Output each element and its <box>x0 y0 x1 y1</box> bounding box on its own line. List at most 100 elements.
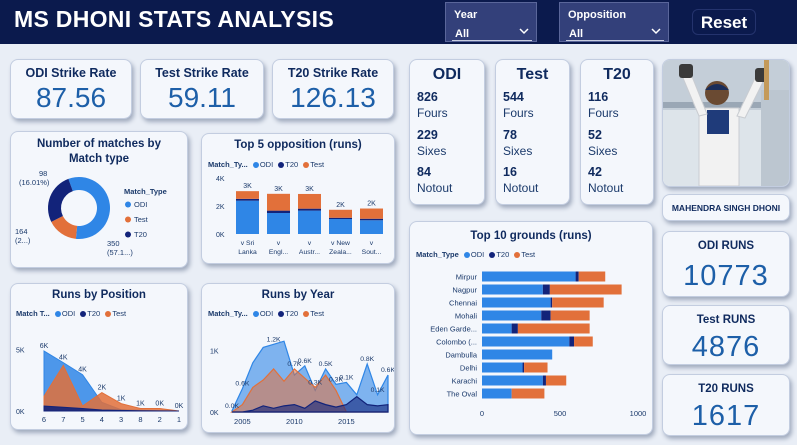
year-slicer[interactable]: Year All <box>445 2 537 42</box>
test-stats-card: Test 544 Fours 78 Sixes 16 Notout <box>495 59 570 205</box>
year-slicer-label: Year <box>454 9 478 21</box>
runs-by-position-title: Runs by Position <box>52 289 146 301</box>
bar-test <box>578 271 606 282</box>
x-tick-label: 6 <box>42 415 46 424</box>
legend-odi-swatch <box>252 310 259 317</box>
legend-odi: ODI <box>470 250 485 259</box>
odi-runs-value: 10773 <box>683 260 769 292</box>
x-tick-label: 1 <box>177 415 181 424</box>
opposition-slicer[interactable]: Opposition All <box>559 2 669 42</box>
test-sixes-stat: 78 Sixes <box>503 128 532 158</box>
bar-test <box>550 310 590 321</box>
year-dropdown[interactable]: All <box>452 25 532 41</box>
odi-stats-card: ODI 826 Fours 229 Sixes 84 Notout <box>409 59 485 205</box>
t20-sixes-value: 52 <box>588 128 602 142</box>
legend-test: Test <box>310 160 325 169</box>
odi-runs-label: ODI RUNS <box>697 240 755 252</box>
odi-fours-value: 826 <box>417 90 438 104</box>
area-data-label: 0.0K <box>225 403 239 410</box>
bar-odi <box>329 219 352 234</box>
donut-legend-swatch-odi <box>125 201 131 208</box>
bar-test <box>517 323 590 334</box>
runs-by-year-chart[interactable]: 1K0K0.0K0.6K1.2K0.7K0.6K0.3K0.5K0.3K0.1K… <box>202 320 394 432</box>
t20-notout-label: Notout <box>588 181 624 195</box>
y-tick-label: Delhi <box>460 364 477 373</box>
bar-test <box>511 388 545 399</box>
legend-t20-swatch <box>278 310 285 317</box>
x-tick-label: 2015 <box>338 417 355 426</box>
bar-odi <box>482 375 543 386</box>
t20-sixes-stat: 52 Sixes <box>588 128 617 158</box>
bar-odi <box>482 349 553 360</box>
runs-by-position-legend: Match T... ODI T20 Test <box>16 309 126 318</box>
t20-strike-rate-label: T20 Strike Rate <box>287 66 379 80</box>
legend-odi: ODI <box>259 309 274 318</box>
bar-t20 <box>298 208 321 211</box>
legend-test: Test <box>310 309 325 318</box>
legend-title: Match_Ty... <box>208 309 248 318</box>
y-tick-label: The Oval <box>447 390 478 399</box>
odi-strike-rate-card: ODI Strike Rate 87.56 <box>10 59 132 119</box>
area-data-label: 0.6K <box>235 381 249 388</box>
top5-opposition-chart[interactable]: 4K 2K 0K 3K v Sri Lanka 3K v Engl... 3K v Austr... 2… <box>202 170 394 264</box>
top5-opposition-title: Top 5 opposition (runs) <box>234 139 362 151</box>
odi-strike-rate-value: 87.56 <box>35 82 107 113</box>
y-tick-label: 0K <box>210 410 219 417</box>
t20-strike-rate-value: 126.13 <box>290 82 376 113</box>
legend-odi-swatch <box>54 310 61 317</box>
bar-test <box>267 193 290 211</box>
bar-odi <box>267 213 290 234</box>
odi-sixes-label: Sixes <box>417 144 447 158</box>
player-photo <box>663 60 789 186</box>
bar-t20 <box>550 297 553 308</box>
legend-test: Test <box>521 250 536 259</box>
bar-odi <box>360 220 383 234</box>
bar-odi <box>482 310 542 321</box>
test-notout-stat: 16 Notout <box>503 165 538 195</box>
donut-legend-swatch-t20 <box>125 231 131 238</box>
top10-grounds-title: Top 10 grounds (runs) <box>470 230 592 242</box>
opposition-slicer-label: Opposition <box>568 9 627 21</box>
y-tick-label: 4K <box>216 176 225 183</box>
runs-by-position-chart[interactable]: 5K 0K 6K 6 4K 7 4K 5 2K 4 1K 3 1K 8 0K 2 0K 1 <box>11 319 187 429</box>
bar-t20 <box>267 210 290 213</box>
x-tick-label: v Engl... <box>269 240 288 256</box>
test-fours-stat: 544 Fours <box>503 90 534 120</box>
x-tick-label: 4 <box>100 415 104 424</box>
donut-legend-t20: T20 <box>134 230 147 239</box>
bar-t20 <box>569 336 575 347</box>
bar-odi <box>482 388 512 399</box>
bar-test <box>360 208 383 219</box>
dashboard-title: MS DHONI STATS ANALYSIS <box>14 6 334 32</box>
top10-grounds-chart[interactable]: Mirpur Nagpur Chennai Mohali Eden Garde... Co… <box>410 262 652 434</box>
bar-test <box>236 191 259 199</box>
bar-test <box>574 336 593 347</box>
donut-slice-t20 <box>48 178 73 222</box>
t20-stats-title: T20 <box>603 66 631 83</box>
legend-title: Match_Ty... <box>208 160 248 169</box>
bar-test <box>549 284 622 295</box>
legend-test: Test <box>112 309 127 318</box>
t20-stats-card: T20 116 Fours 52 Sixes 42 Notout <box>580 59 654 205</box>
t20-notout-stat: 42 Notout <box>588 165 623 195</box>
bar-t20 <box>522 362 525 373</box>
opposition-dropdown-value: All <box>569 28 584 40</box>
opposition-dropdown[interactable]: All <box>566 25 664 41</box>
test-stats-title: Test <box>516 66 549 83</box>
x-tick-label: v New Zeala... <box>329 240 352 256</box>
x-tick-label: 500 <box>554 409 567 418</box>
area-data-label: 0.1K <box>371 387 385 394</box>
chevron-down-icon[interactable] <box>518 25 530 37</box>
test-strike-rate-value: 59.11 <box>168 82 236 113</box>
chevron-down-icon[interactable] <box>650 25 662 37</box>
legend-title: Match T... <box>16 309 50 318</box>
matches-donut-chart[interactable]: 350 (57.1...) 98 (16.01%) 164 (2...) Match_Typ… <box>11 168 187 268</box>
matches-by-type-card: Number of matches by Match type 350 (57.1… <box>10 131 188 268</box>
bar-t20 <box>575 271 579 282</box>
t20-notout-value: 42 <box>588 165 602 179</box>
y-tick-label: 5K <box>16 347 25 354</box>
x-tick-label: 2005 <box>234 417 251 426</box>
legend-odi-swatch <box>252 161 259 168</box>
x-tick-label: 3 <box>119 415 123 424</box>
reset-button[interactable]: Reset <box>692 9 756 35</box>
